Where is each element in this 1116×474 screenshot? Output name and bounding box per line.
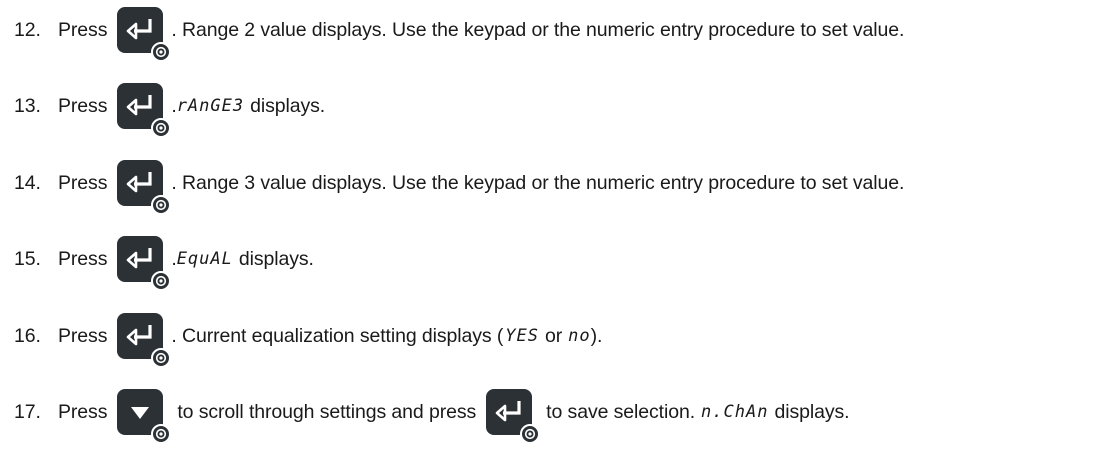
press-label: Press [58, 400, 108, 423]
enter-key-icon [486, 389, 541, 444]
enter-key-icon [117, 160, 172, 215]
step-text: displays. [250, 94, 326, 117]
step-text: or [544, 324, 563, 347]
step-text: displays. [238, 247, 314, 270]
step-number: 14. [14, 171, 41, 194]
step-number: 12. [14, 18, 41, 41]
gear-icon [151, 195, 172, 215]
enter-key-icon [117, 7, 172, 62]
step-text: to scroll through settings and press [177, 400, 477, 423]
step-number: 13. [14, 94, 41, 117]
step-number: 15. [14, 247, 41, 270]
enter-key-icon [117, 83, 172, 138]
step-12: 12. Press . Range 2 value displays. Use … [14, 5, 905, 62]
press-label: Press [58, 247, 108, 270]
press-label: Press [58, 324, 108, 347]
lcd-text-no: no [568, 326, 591, 346]
lcd-text: EquAL [176, 249, 233, 269]
lcd-text: rAnGE3 [176, 96, 245, 116]
gear-icon [151, 271, 172, 291]
enter-key-icon [117, 313, 172, 368]
step-14: 14. Press . Range 3 value displays. Use … [14, 158, 905, 215]
step-text: to save selection. [546, 400, 696, 423]
step-text: ). [590, 324, 603, 347]
press-label: Press [58, 171, 108, 194]
gear-icon [520, 424, 541, 444]
step-text: displays. [774, 400, 850, 423]
gear-icon [151, 348, 172, 368]
step-text: . Range 2 value displays. Use the keypad… [171, 18, 905, 41]
step-13: 13. Press . rAnGE3 displays. [14, 81, 326, 138]
press-label: Press [58, 94, 108, 117]
step-16: 16. Press . Current equalization setting… [14, 311, 603, 368]
lcd-text: n.ChAn [701, 402, 769, 422]
gear-icon [151, 118, 172, 138]
step-number: 17. [14, 400, 41, 423]
lcd-text-yes: YES [505, 326, 539, 346]
step-number: 16. [14, 324, 41, 347]
down-arrow-key-icon [117, 389, 172, 444]
enter-key-icon [117, 236, 172, 291]
press-label: Press [58, 18, 108, 41]
step-17: 17. Press to scroll through settings and… [14, 387, 850, 444]
step-15: 15. Press . EquAL displays. [14, 234, 314, 291]
step-text: . Range 3 value displays. Use the keypad… [171, 171, 905, 194]
gear-icon [151, 42, 172, 62]
gear-icon [151, 424, 172, 444]
step-text: . Current equalization setting displays … [171, 324, 504, 347]
